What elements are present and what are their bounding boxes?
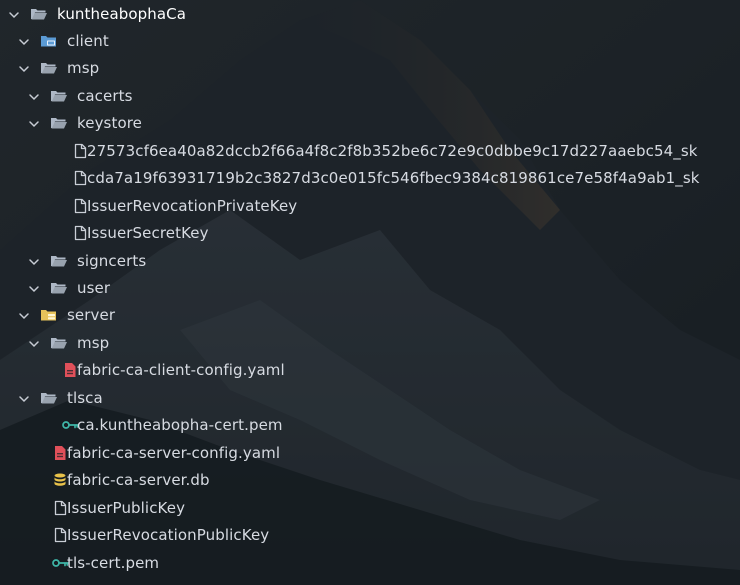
tree-folder-row[interactable]: client xyxy=(0,28,740,55)
file-label: cda7a19f63931719b2c3827d3c0e015fc546fbec… xyxy=(87,169,700,188)
folder-label: server xyxy=(67,306,116,325)
folder-label: signcerts xyxy=(77,251,147,270)
tree-file-row[interactable]: IssuerRevocationPublicKey xyxy=(0,522,740,549)
tree-file-row[interactable]: IssuerSecretKey xyxy=(0,220,740,247)
tree-folder-row[interactable]: keystore xyxy=(0,110,740,137)
chevron-down-icon[interactable] xyxy=(8,9,20,21)
chevron-down-icon[interactable] xyxy=(18,310,30,322)
tree-file-row[interactable]: fabric-ca-client-config.yaml xyxy=(0,357,740,384)
file-label: tls-cert.pem xyxy=(67,553,160,572)
file-label: ca.kuntheabopha-cert.pem xyxy=(77,416,283,435)
chevron-down-icon[interactable] xyxy=(28,91,40,103)
tree-folder-row[interactable]: msp xyxy=(0,330,740,357)
folder-open-icon xyxy=(51,337,67,349)
folder-server-icon xyxy=(41,310,56,321)
file-label: IssuerSecretKey xyxy=(87,224,209,243)
tree-file-row[interactable]: IssuerRevocationPrivateKey xyxy=(0,193,740,220)
folder-label: msp xyxy=(77,333,110,352)
tree-file-row[interactable]: ca.kuntheabopha-cert.pem xyxy=(0,412,740,439)
folder-label: user xyxy=(77,279,111,297)
folder-label: keystore xyxy=(77,114,142,133)
chevron-down-icon[interactable] xyxy=(18,36,30,48)
file-explorer-tree: kuntheabophaCa client msp cacerts keysto… xyxy=(0,0,740,585)
file-label: IssuerRevocationPrivateKey xyxy=(87,196,298,215)
tree-file-row[interactable]: 27573cf6ea40a82dccb2f66a4f8c2f8b352be6c7… xyxy=(0,138,740,165)
file-label: IssuerRevocationPublicKey xyxy=(67,526,270,545)
tree-folder-row[interactable]: tlsca xyxy=(0,385,740,412)
chevron-down-icon[interactable] xyxy=(28,118,40,130)
folder-open-icon xyxy=(51,90,67,102)
folder-open-icon xyxy=(51,283,67,294)
file-label: fabric-ca-server-config.yaml xyxy=(67,443,281,462)
folder-label: client xyxy=(67,31,109,50)
tree-folder-row[interactable]: kuntheabophaCa xyxy=(0,1,740,28)
tree-folder-row[interactable]: signcerts xyxy=(0,248,740,275)
tree-folder-row[interactable]: cacerts xyxy=(0,83,740,110)
folder-open-icon xyxy=(41,392,57,404)
tree-file-row[interactable]: cda7a19f63931719b2c3827d3c0e015fc546fbec… xyxy=(0,165,740,192)
file-label: fabric-ca-client-config.yaml xyxy=(77,361,285,380)
folder-open-icon xyxy=(31,8,47,19)
folder-label: cacerts xyxy=(77,86,133,105)
tree-folder-row[interactable]: msp xyxy=(0,55,740,82)
chevron-down-icon[interactable] xyxy=(28,338,40,350)
folder-open-icon xyxy=(41,63,57,74)
file-label: 27573cf6ea40a82dccb2f66a4f8c2f8b352be6c7… xyxy=(87,141,698,160)
tree-file-row[interactable]: fabric-ca-server.db xyxy=(0,467,740,494)
folder-label: kuntheabophaCa xyxy=(57,4,187,23)
folder-label: msp xyxy=(67,59,100,78)
folder-open-icon xyxy=(51,255,67,267)
tree-folder-row[interactable]: server xyxy=(0,302,740,329)
folder-label: tlsca xyxy=(67,388,103,407)
tree-file-row[interactable]: tls-cert.pem xyxy=(0,550,740,577)
file-label: IssuerPublicKey xyxy=(67,498,186,517)
tree-file-row[interactable]: IssuerPublicKey xyxy=(0,495,740,522)
tree-file-row[interactable]: fabric-ca-server-config.yaml xyxy=(0,440,740,467)
chevron-down-icon[interactable] xyxy=(18,63,30,75)
file-label: fabric-ca-server.db xyxy=(67,471,210,490)
chevron-down-icon[interactable] xyxy=(28,256,40,268)
chevron-down-icon[interactable] xyxy=(28,283,40,295)
chevron-down-icon[interactable] xyxy=(18,393,30,405)
tree-folder-row[interactable]: user xyxy=(0,275,740,302)
folder-open-icon xyxy=(51,118,67,129)
folder-client-icon xyxy=(41,35,56,47)
